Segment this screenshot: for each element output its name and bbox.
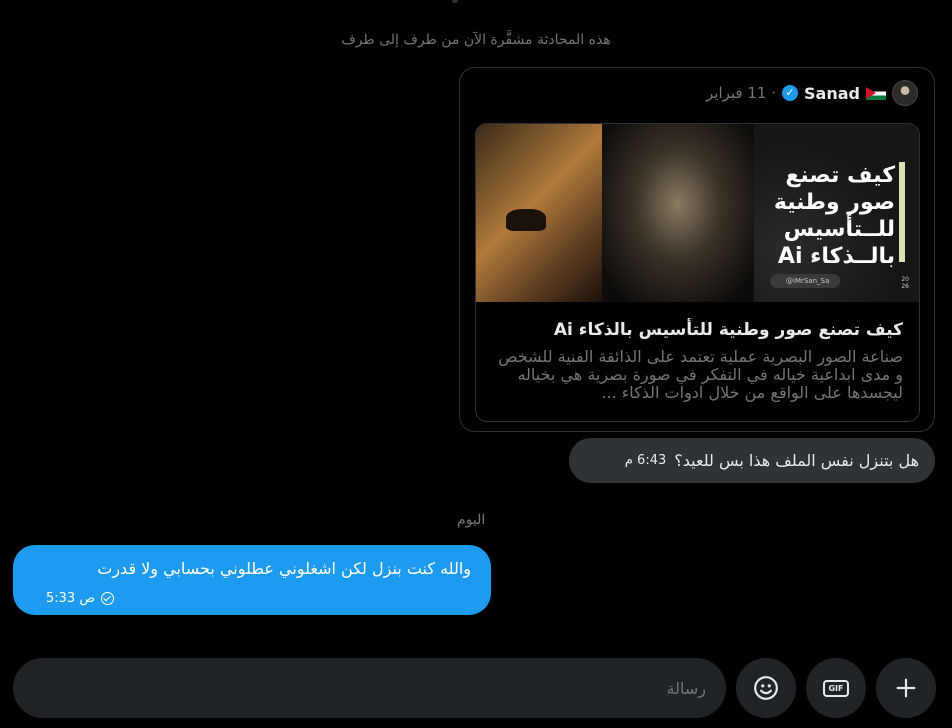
- post-header: Sanad ✓ · 11 فبراير: [706, 80, 918, 106]
- article-title[interactable]: كيف تصنع صور وطنية للتأسيس بالذكاء Ai: [554, 320, 903, 340]
- image-handle: @iMrSan_Sa: [770, 274, 840, 288]
- jordan-flag-icon: [866, 86, 886, 100]
- message-input[interactable]: [56, 658, 706, 718]
- avatar[interactable]: [892, 80, 918, 106]
- add-media-button[interactable]: [876, 658, 936, 718]
- message-time: 6:43 م: [624, 453, 667, 468]
- article-card[interactable]: كيف تصنع صور وطنية للــتأسيس بالــذكاء A…: [475, 123, 920, 422]
- day-separator: اليوم: [457, 512, 486, 528]
- gif-icon: GIF: [823, 679, 849, 697]
- title-image-panel: كيف تصنع صور وطنية للــتأسيس بالــذكاء A…: [754, 124, 919, 302]
- message-text: هل بتنزل نفس الملف هذا بس للعيد؟: [674, 451, 919, 470]
- message-bubble-outgoing[interactable]: والله كنت بنزل لكن اشغلوني عطلوني بحسابي…: [13, 545, 491, 615]
- image-year: 20 26: [901, 276, 909, 290]
- message-bubble-incoming[interactable]: هل بتنزل نفس الملف هذا بس للعيد؟ 6:43 م: [569, 438, 935, 483]
- message-text: والله كنت بنزل لكن اشغلوني عطلوني بحسابي…: [97, 559, 471, 578]
- camel-silhouette: [506, 209, 546, 231]
- plus-icon: [896, 678, 916, 698]
- desert-image-panel: [476, 124, 602, 302]
- scroll-indicator: [452, 0, 458, 3]
- article-description: صناعة الصور البصرية عملية تعتمد على الذا…: [498, 347, 903, 402]
- emoji-button[interactable]: [736, 658, 796, 718]
- message-time: 5:33 ص: [46, 591, 96, 606]
- shared-post-card[interactable]: Sanad ✓ · 11 فبراير كيف تصنع صور وطنية ل…: [459, 67, 935, 432]
- message-composer[interactable]: [13, 658, 726, 718]
- dancers-image-panel: [602, 124, 754, 302]
- author-name[interactable]: Sanad: [804, 84, 860, 103]
- accent-bar: [899, 162, 905, 262]
- verified-badge-icon: ✓: [782, 85, 799, 101]
- encryption-notice: هذه المحادثة مشفَّرة الآن من طرف إلى طرف: [341, 32, 611, 48]
- image-title: كيف تصنع صور وطنية للــتأسيس بالــذكاء A…: [773, 163, 895, 269]
- sent-check-icon: [101, 592, 115, 605]
- gif-button[interactable]: GIF: [806, 658, 866, 718]
- article-image[interactable]: كيف تصنع صور وطنية للــتأسيس بالــذكاء A…: [476, 124, 919, 302]
- emoji-icon: [754, 676, 778, 700]
- message-meta: 5:33 ص: [46, 591, 115, 606]
- post-date[interactable]: · 11 فبراير: [706, 84, 776, 102]
